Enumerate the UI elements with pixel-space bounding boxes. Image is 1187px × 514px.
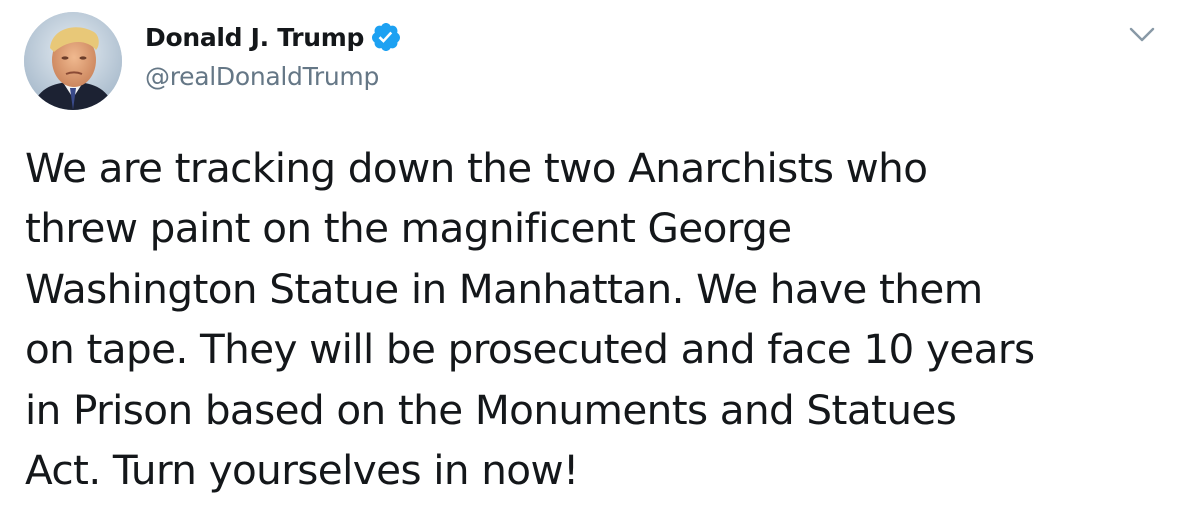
chevron-down-icon — [1129, 27, 1155, 42]
tweet-text-line: in Prison based on the Monuments and Sta… — [25, 385, 957, 434]
tweet-text: We are tracking down the two Anarchists … — [25, 138, 1175, 500]
tweet-menu-button[interactable] — [1126, 22, 1158, 48]
tweet-text-line: on tape. They will be prosecuted and fac… — [25, 325, 1035, 374]
tweet-text-line: Act. Turn yourselves in now! — [25, 446, 579, 495]
author-name-row: Donald J. Trump — [145, 21, 402, 53]
verified-badge-icon — [370, 21, 402, 53]
user-handle[interactable]: @realDonaldTrump — [145, 62, 379, 91]
tweet-card: Donald J. Trump @realDonaldTrump We are … — [0, 0, 1187, 514]
display-name[interactable]: Donald J. Trump — [145, 23, 364, 52]
avatar[interactable] — [24, 12, 122, 110]
avatar-photo — [24, 12, 122, 110]
tweet-text-line: We are tracking down the two Anarchists … — [25, 144, 928, 192]
tweet-text-line: Washington Statue in Manhattan. We have … — [25, 264, 983, 313]
tweet-text-line: threw paint on the magnificent George — [25, 204, 792, 253]
